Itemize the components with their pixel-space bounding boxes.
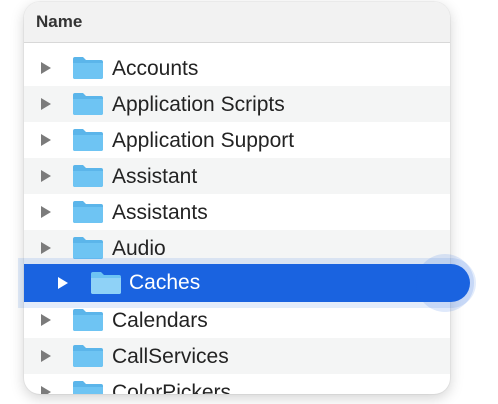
folder-icon [72, 164, 104, 188]
list-item[interactable]: Application Scripts [24, 86, 450, 122]
list-item[interactable]: ColorPickers [24, 374, 450, 394]
disclosure-triangle-icon[interactable] [41, 386, 51, 394]
list-item[interactable]: Assistants [24, 194, 450, 230]
list-item-label: Assistants [112, 201, 208, 224]
list-item[interactable]: Accounts [24, 50, 450, 86]
list-item[interactable]: Assistant [24, 158, 450, 194]
folder-icon [72, 236, 104, 260]
list-item-label: Calendars [112, 309, 208, 332]
folder-list: Accounts Application Scripts Application… [24, 50, 450, 394]
folder-icon [72, 56, 104, 80]
folder-icon [72, 128, 104, 152]
folder-icon [72, 308, 104, 332]
list-item-label: Application Support [112, 129, 295, 152]
folder-icon [72, 200, 104, 224]
list-item[interactable]: CallServices [24, 338, 450, 374]
page: Name Accounts Application Scripts Applic… [0, 0, 498, 404]
disclosure-triangle-icon[interactable] [41, 98, 51, 110]
disclosure-triangle-icon[interactable] [41, 242, 51, 254]
disclosure-triangle-icon[interactable] [41, 206, 51, 218]
disclosure-triangle-icon[interactable] [41, 62, 51, 74]
folder-icon [72, 92, 104, 116]
column-header[interactable]: Name [24, 2, 450, 43]
disclosure-triangle-icon[interactable] [41, 170, 51, 182]
disclosure-triangle-icon[interactable] [58, 277, 68, 289]
list-item[interactable]: Calendars [24, 302, 450, 338]
folder-icon [72, 380, 104, 394]
list-item-label: CallServices [112, 345, 229, 368]
list-item-label: ColorPickers [112, 381, 232, 394]
list-item[interactable]: Audio [24, 230, 450, 266]
finder-list-panel: Name Accounts Application Scripts Applic… [24, 2, 450, 394]
folder-icon [90, 271, 122, 295]
selected-item-label: Caches [129, 271, 201, 294]
list-item-label: Assistant [112, 165, 198, 188]
list-item-label: Accounts [112, 57, 199, 80]
list-item-label: Audio [112, 237, 166, 260]
disclosure-triangle-icon[interactable] [41, 134, 51, 146]
folder-icon [72, 344, 104, 368]
disclosure-triangle-icon[interactable] [41, 350, 51, 362]
column-header-name[interactable]: Name [36, 12, 82, 32]
list-item[interactable]: Application Support [24, 122, 450, 158]
list-item-label: Application Scripts [112, 93, 285, 116]
selected-list-item[interactable]: Caches [24, 254, 474, 312]
disclosure-triangle-icon[interactable] [41, 314, 51, 326]
selection-glow [416, 254, 474, 312]
